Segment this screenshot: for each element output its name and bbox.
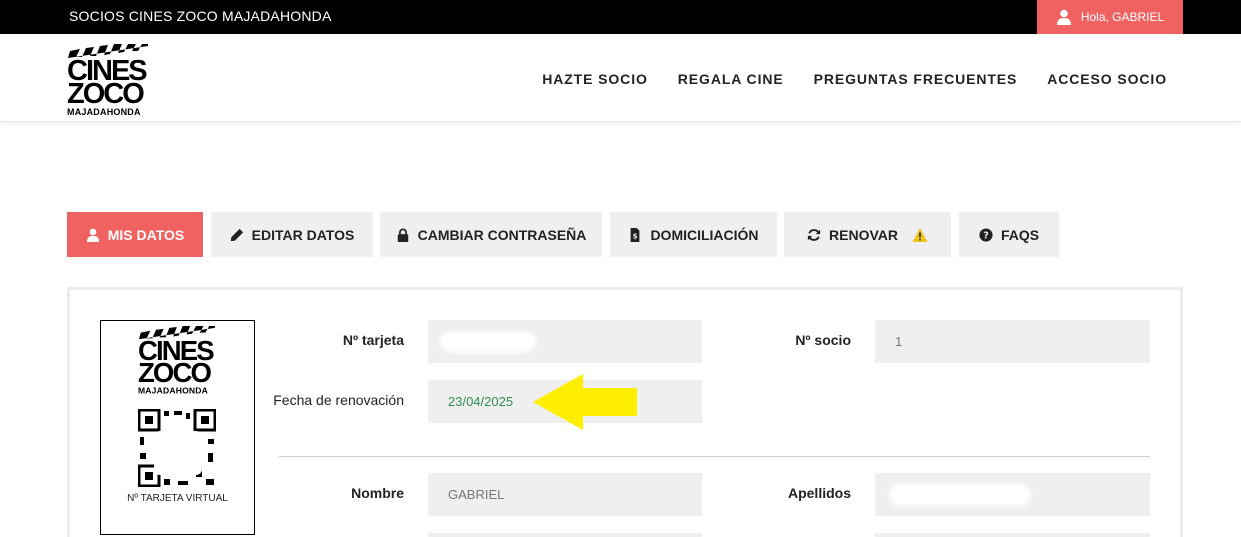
renewal-date-label: Fecha de renovación [273, 392, 404, 408]
tab-label: RENOVAR [829, 226, 898, 243]
name-field: GABRIEL [428, 473, 702, 516]
redacted-surname [893, 488, 1027, 502]
card-caption: Nº TARJETA VIRTUAL [127, 493, 228, 504]
section-divider [279, 456, 1150, 457]
site-name: SOCIOS CINES ZOCO MAJADAHONDA [69, 8, 332, 24]
lock-icon [397, 228, 408, 242]
invoice-icon: $ [631, 227, 640, 242]
nav-regala-cine[interactable]: REGALA CINE [678, 71, 784, 87]
cines-zoco-logo[interactable]: CINES ZOCO MAJADAHONDA [67, 44, 149, 117]
tab-mis-datos[interactable]: MIS DATOS [67, 212, 203, 257]
tab-faqs[interactable]: ? FAQS [959, 212, 1059, 257]
surname-label: Apellidos [787, 485, 851, 501]
pencil-icon [230, 228, 243, 241]
renewal-date-value: 23/04/2025 [448, 394, 514, 409]
tab-editar-datos[interactable]: EDITAR DATOS [211, 212, 373, 257]
member-number-value: 1 [895, 334, 903, 349]
user-icon [1056, 9, 1071, 25]
tab-label: CAMBIAR CONTRASEÑA [417, 226, 587, 243]
logo-text-majadahonda: MAJADAHONDA [138, 385, 209, 396]
warning-icon [912, 227, 928, 242]
header: CINES ZOCO MAJADAHONDA HAZTE SOCIO REGAL… [0, 34, 1241, 122]
tab-label: EDITAR DATOS [251, 226, 355, 243]
nav-hazte-socio[interactable]: HAZTE SOCIO [542, 71, 648, 87]
tab-renovar[interactable]: RENOVAR [784, 212, 951, 257]
tab-cambiar-contrasena[interactable]: CAMBIAR CONTRASEÑA [380, 212, 602, 257]
name-value: GABRIEL [448, 487, 505, 502]
svg-text:$: $ [633, 232, 638, 240]
tab-label: MIS DATOS [107, 226, 185, 243]
card-number-label: Nº tarjeta [342, 332, 404, 348]
top-bar: SOCIOS CINES ZOCO MAJADAHONDA Hola, GABR… [0, 0, 1241, 34]
logo-text-zoco: ZOCO [67, 78, 145, 110]
arrow-annotation-icon [533, 374, 637, 430]
refresh-icon [807, 228, 821, 241]
nav-preguntas-frecuentes[interactable]: PREGUNTAS FRECUENTES [814, 71, 1018, 87]
tab-label: FAQS [1000, 226, 1040, 243]
member-number-label: Nº socio [795, 332, 851, 348]
nav-acceso-socio[interactable]: ACCESO SOCIO [1047, 71, 1167, 87]
redacted-card-number [444, 335, 532, 349]
qr-code [138, 409, 216, 487]
next-field [428, 533, 702, 537]
main-nav: HAZTE SOCIO REGALA CINE PREGUNTAS FRECUE… [542, 71, 1167, 87]
virtual-card: CINES ZOCO MAJADAHONDA Nº TARJETA VIRTUA… [100, 320, 255, 535]
svg-text:?: ? [983, 230, 989, 241]
member-number-field: 1 [875, 320, 1150, 363]
user-menu-button[interactable]: Hola, GABRIEL [1037, 0, 1183, 34]
next-field-2 [875, 533, 1150, 537]
logo-text-majadahonda: MAJADAHONDA [67, 107, 141, 117]
logo-text-zoco: ZOCO [138, 358, 212, 389]
question-circle-icon: ? [979, 227, 993, 242]
tab-domiciliacion[interactable]: $ DOMICILIACIÓN [610, 212, 777, 257]
tab-label: DOMICILIACIÓN [650, 226, 759, 243]
card-logo: CINES ZOCO MAJADAHONDA [138, 326, 216, 396]
user-icon [86, 228, 99, 242]
name-label: Nombre [351, 485, 404, 501]
user-greeting: Hola, GABRIEL [1080, 10, 1165, 24]
